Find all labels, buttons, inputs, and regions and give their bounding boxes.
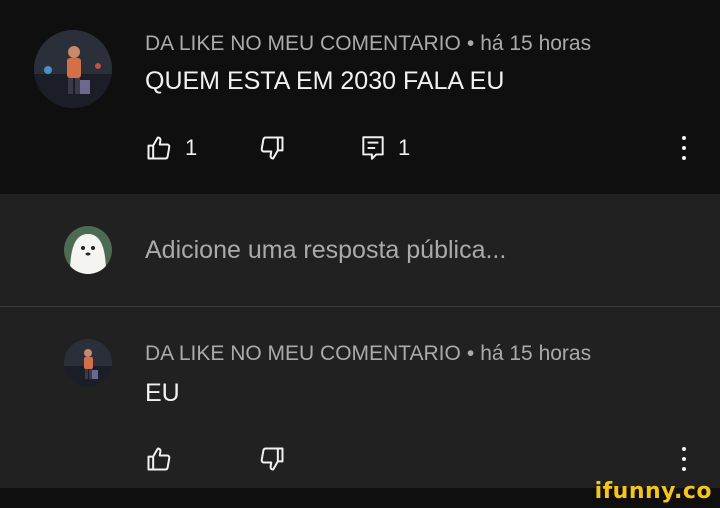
more-options-icon[interactable] (674, 132, 694, 164)
ghost-avatar-image (64, 226, 112, 274)
reply-dislike-button[interactable] (258, 445, 286, 473)
meta-separator: • (466, 342, 475, 365)
comment-author[interactable]: DA LIKE NO MEU COMENTARIO (145, 32, 461, 55)
reply: DA LIKE NO MEU COMENTARIO • há 15 horas EU (0, 307, 720, 488)
thumbs-up-icon (147, 136, 171, 160)
comment: DA LIKE NO MEU COMENTARIO • há 15 horas QU… (0, 0, 720, 194)
user-avatar[interactable] (64, 226, 112, 274)
comment-icon (362, 136, 384, 160)
comment-meta: DA LIKE NO MEU COMENTARIO • há 15 horas (145, 32, 591, 56)
reply-meta: DA LIKE NO MEU COMENTARIO • há 15 horas (145, 342, 591, 366)
reply-input[interactable]: Adicione uma resposta pública... (145, 236, 506, 265)
reply-count: 1 (398, 135, 411, 160)
author-avatar[interactable] (34, 30, 112, 108)
dislike-button[interactable] (258, 134, 286, 162)
meta-separator: • (466, 32, 475, 55)
like-count: 1 (185, 135, 198, 160)
reply-author[interactable]: DA LIKE NO MEU COMENTARIO (145, 342, 461, 365)
reply-like-button[interactable] (145, 445, 173, 473)
more-options-icon[interactable] (674, 443, 694, 475)
thumbs-up-icon (147, 447, 171, 471)
thumbs-down-icon (260, 136, 284, 160)
avatar-image (34, 30, 112, 108)
reply-time[interactable]: há 15 horas (480, 342, 591, 365)
reply-author-avatar[interactable] (64, 339, 112, 387)
ifunny-watermark: ifunny.co (594, 479, 712, 504)
avatar-image (64, 339, 112, 387)
comment-text: QUEM ESTA EM 2030 FALA EU (145, 67, 505, 95)
like-button[interactable]: 1 (145, 134, 197, 162)
reply-input-row: Adicione uma resposta pública... (0, 194, 720, 306)
reply-text: EU (145, 379, 180, 407)
replies-button[interactable]: 1 (360, 134, 410, 162)
thumbs-down-icon (260, 447, 284, 471)
comment-time[interactable]: há 15 horas (480, 32, 591, 55)
